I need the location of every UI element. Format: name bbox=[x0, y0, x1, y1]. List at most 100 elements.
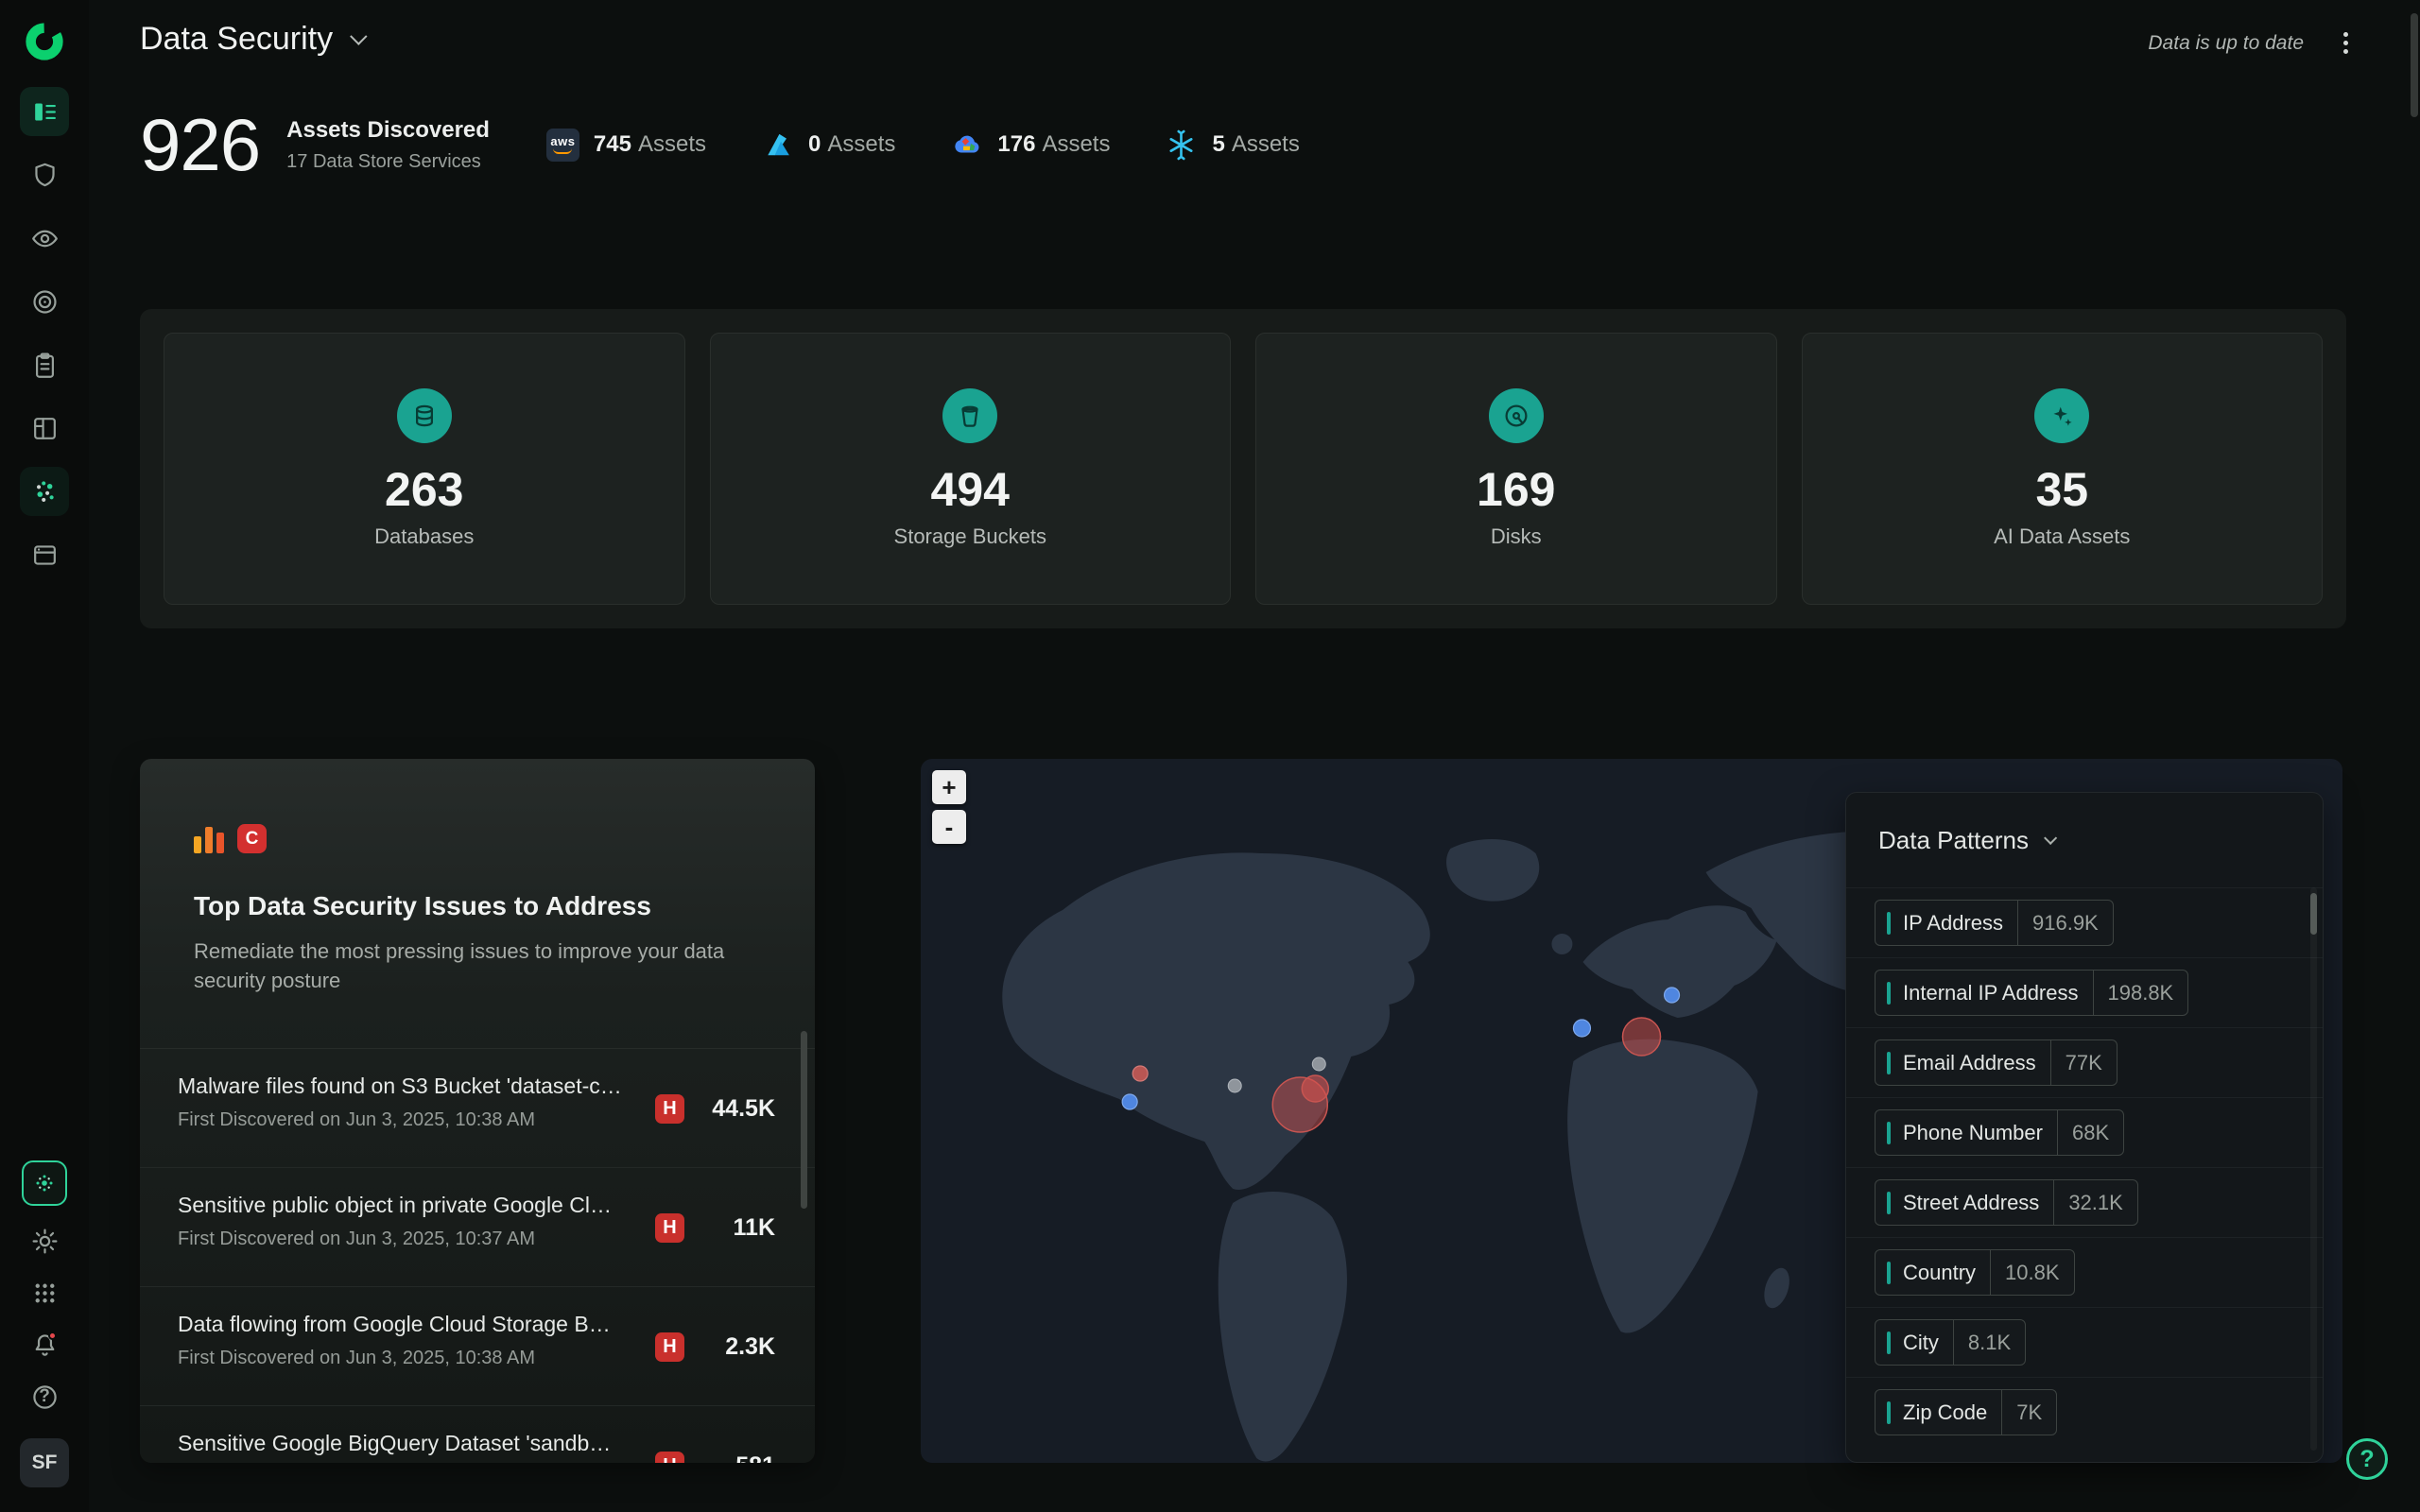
chevron-down-icon[interactable] bbox=[350, 27, 367, 44]
help-circle-icon[interactable]: ? bbox=[23, 1375, 66, 1418]
storage-buckets-count: 494 bbox=[931, 464, 1010, 515]
user-avatar[interactable]: SF bbox=[20, 1438, 69, 1487]
sidebar-item-dashboard[interactable] bbox=[20, 404, 69, 453]
pattern-count: 7K bbox=[2001, 1390, 2056, 1435]
asset-card-storage-buckets[interactable]: 494 Storage Buckets bbox=[710, 333, 1232, 605]
kebab-menu-icon[interactable] bbox=[2340, 28, 2352, 58]
provider-snowflake[interactable]: 5Assets bbox=[1165, 129, 1299, 162]
pattern-row[interactable]: Street Address32.1K bbox=[1846, 1167, 2323, 1237]
database-icon bbox=[397, 388, 452, 443]
google-cloud-icon bbox=[950, 129, 983, 162]
sidebar-item-eye[interactable] bbox=[20, 214, 69, 263]
pattern-row[interactable]: City8.1K bbox=[1846, 1307, 2323, 1377]
sidebar-item-window[interactable] bbox=[20, 530, 69, 579]
issue-title: Malware files found on S3 Bucket 'datase… bbox=[178, 1072, 622, 1100]
zoom-in-button[interactable]: + bbox=[932, 770, 966, 804]
pattern-count: 198.8K bbox=[2093, 971, 2188, 1015]
ai-data-assets-count: 35 bbox=[2035, 464, 2088, 515]
page-header: Data Security bbox=[140, 21, 362, 58]
pattern-label: City bbox=[1903, 1331, 1953, 1355]
provider-google-cloud[interactable]: 176Assets bbox=[950, 129, 1110, 162]
severity-badge: H bbox=[655, 1213, 684, 1243]
ai-sparkle-icon bbox=[2034, 388, 2089, 443]
sidebar-item-ai-activity[interactable] bbox=[20, 467, 69, 516]
pattern-row[interactable]: Zip Code7K bbox=[1846, 1377, 2323, 1447]
azure-icon bbox=[761, 129, 794, 162]
databases-count: 263 bbox=[385, 464, 463, 515]
map-zoom-controls: + - bbox=[932, 770, 966, 844]
pattern-row[interactable]: Country10.8K bbox=[1846, 1237, 2323, 1307]
top-issues-card: C Top Data Security Issues to Address Re… bbox=[140, 759, 815, 1463]
pattern-row[interactable]: Email Address77K bbox=[1846, 1027, 2323, 1097]
snowflake-icon bbox=[1165, 129, 1198, 162]
issue-discovered: First Discovered on Jun 3, 2025, 10:37 A… bbox=[178, 1227, 655, 1251]
pattern-count: 32.1K bbox=[2053, 1180, 2137, 1225]
help-fab-glyph: ? bbox=[2360, 1446, 2374, 1473]
zoom-out-button[interactable]: - bbox=[932, 810, 966, 844]
issues-logo-icon: C bbox=[194, 821, 761, 853]
pattern-label: Zip Code bbox=[1903, 1400, 2001, 1425]
issue-count: 2.3K bbox=[700, 1333, 775, 1361]
severity-badge: H bbox=[655, 1452, 684, 1464]
issues-subtitle: Remediate the most pressing issues to im… bbox=[194, 936, 761, 995]
pattern-count: 916.9K bbox=[2017, 901, 2113, 945]
cloud-providers: aws 745Assets 0Assets bbox=[546, 129, 1300, 162]
pattern-row[interactable]: Internal IP Address198.8K bbox=[1846, 957, 2323, 1027]
page-title[interactable]: Data Security bbox=[140, 21, 333, 58]
app-logo-icon[interactable] bbox=[20, 17, 69, 66]
pattern-count: 77K bbox=[2050, 1040, 2117, 1085]
help-fab-button[interactable]: ? bbox=[2346, 1438, 2388, 1480]
issues-logo-badge: C bbox=[237, 824, 267, 853]
patterns-scrollbar[interactable] bbox=[2310, 893, 2317, 935]
pattern-accent-bar bbox=[1887, 1401, 1891, 1424]
data-patterns-title: Data Patterns bbox=[1878, 826, 2029, 855]
total-assets-count: 926 bbox=[140, 102, 260, 188]
issues-scrollbar[interactable] bbox=[801, 1031, 807, 1209]
databases-label: Databases bbox=[374, 524, 474, 549]
avatar-initials: SF bbox=[32, 1452, 58, 1474]
sidebar: ? SF bbox=[0, 0, 89, 1512]
sidebar-item-inventory[interactable] bbox=[20, 87, 69, 136]
data-patterns-header[interactable]: Data Patterns bbox=[1846, 793, 2323, 887]
pattern-accent-bar bbox=[1887, 1262, 1891, 1284]
issue-discovered: First Discovered on Jun 3, 2025, 10:38 A… bbox=[178, 1346, 655, 1370]
ai-data-assets-label: AI Data Assets bbox=[1994, 524, 2130, 549]
header-right: Data is up to date bbox=[2148, 28, 2352, 58]
sidebar-item-target[interactable] bbox=[20, 277, 69, 326]
top-issues-header: C Top Data Security Issues to Address Re… bbox=[140, 759, 815, 1049]
chevron-down-icon bbox=[2044, 832, 2057, 845]
disks-label: Disks bbox=[1491, 524, 1542, 549]
pattern-row[interactable]: Phone Number68K bbox=[1846, 1097, 2323, 1167]
issue-count: 581 bbox=[700, 1452, 775, 1464]
assets-summary: 926 Assets Discovered 17 Data Store Serv… bbox=[140, 93, 1300, 197]
asset-card-databases[interactable]: 263 Databases bbox=[164, 333, 685, 605]
storage-bucket-icon bbox=[942, 388, 997, 443]
pattern-accent-bar bbox=[1887, 1052, 1891, 1074]
issue-count: 44.5K bbox=[700, 1095, 775, 1123]
issue-count: 11K bbox=[700, 1214, 775, 1242]
issue-row[interactable]: Data flowing from Google Cloud Storage B… bbox=[140, 1287, 815, 1406]
notifications-bell-icon[interactable] bbox=[23, 1323, 66, 1366]
page-scrollbar[interactable] bbox=[2411, 13, 2418, 117]
provider-aws[interactable]: aws 745Assets bbox=[546, 129, 706, 162]
provider-azure[interactable]: 0Assets bbox=[761, 129, 895, 162]
sidebar-item-clipboard[interactable] bbox=[20, 340, 69, 389]
issue-row[interactable]: Malware files found on S3 Bucket 'datase… bbox=[140, 1049, 815, 1168]
pattern-row[interactable]: IP Address916.9K bbox=[1846, 887, 2323, 957]
settings-gear-icon[interactable] bbox=[23, 1219, 66, 1263]
pattern-label: Email Address bbox=[1903, 1051, 2050, 1075]
pattern-label: Street Address bbox=[1903, 1191, 2053, 1215]
pattern-label: Internal IP Address bbox=[1903, 981, 2093, 1005]
pattern-count: 10.8K bbox=[1990, 1250, 2074, 1295]
app-launcher-grid-icon[interactable] bbox=[23, 1271, 66, 1314]
severity-badge: H bbox=[655, 1094, 684, 1124]
asset-card-ai-data-assets[interactable]: 35 AI Data Assets bbox=[1802, 333, 2324, 605]
assets-discovered-label: Assets Discovered bbox=[286, 117, 490, 144]
pattern-accent-bar bbox=[1887, 1122, 1891, 1144]
issue-row[interactable]: Sensitive public object in private Googl… bbox=[140, 1168, 815, 1287]
asset-card-disks[interactable]: 169 Disks bbox=[1255, 333, 1777, 605]
ai-companion-button[interactable] bbox=[22, 1160, 67, 1206]
sidebar-item-shield[interactable] bbox=[20, 150, 69, 199]
issue-row[interactable]: Sensitive Google BigQuery Dataset 'sandb… bbox=[140, 1406, 815, 1463]
storage-buckets-label: Storage Buckets bbox=[894, 524, 1046, 549]
